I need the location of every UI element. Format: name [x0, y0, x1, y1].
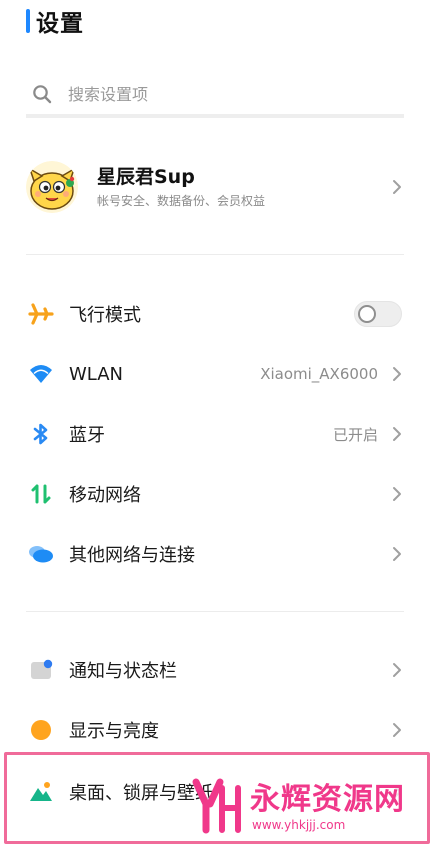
- settings-item-other-connections[interactable]: 其他网络与连接: [26, 527, 404, 581]
- airplane-icon: [28, 301, 54, 327]
- chevron-right-icon: [393, 487, 401, 501]
- airplane-mode-toggle[interactable]: [354, 301, 402, 327]
- chevron-right-icon: [393, 180, 401, 194]
- settings-item-wlan[interactable]: WLAN Xiaomi_AX6000: [26, 347, 404, 401]
- settings-item-mobile-network[interactable]: 移动网络: [26, 467, 404, 521]
- wifi-icon: [28, 361, 54, 387]
- search-bar[interactable]: [26, 74, 404, 118]
- account-row[interactable]: 星辰君Sup 帐号安全、数据备份、会员权益: [26, 156, 404, 218]
- account-subtitle: 帐号安全、数据备份、会员权益: [97, 194, 266, 208]
- mobile-data-icon: [28, 481, 54, 507]
- page-title: 设置: [36, 11, 84, 37]
- header: 设置: [26, 6, 84, 37]
- bluetooth-icon: [28, 421, 54, 447]
- bluetooth-status: 已开启: [332, 425, 378, 444]
- settings-item-label: WLAN: [69, 363, 124, 385]
- toggle-knob: [358, 305, 376, 323]
- settings-item-label: 蓝牙: [69, 425, 105, 446]
- wlan-network-name: Xiaomi_AX6000: [260, 365, 378, 383]
- brightness-icon: [28, 717, 54, 743]
- settings-item-label: 飞行模式: [69, 305, 141, 326]
- settings-item-label: 其他网络与连接: [69, 545, 195, 566]
- watermark: 永辉资源网 www.yhkjjj.com: [190, 772, 430, 840]
- settings-item-label: 移动网络: [69, 485, 141, 506]
- chevron-right-icon: [393, 723, 401, 737]
- settings-item-notifications[interactable]: 通知与状态栏: [26, 643, 404, 697]
- chevron-right-icon: [393, 663, 401, 677]
- settings-item-airplane-mode[interactable]: 飞行模式: [26, 287, 404, 341]
- settings-item-label: 显示与亮度: [69, 721, 159, 742]
- notification-icon: [28, 657, 54, 683]
- settings-item-display-brightness[interactable]: 显示与亮度: [26, 703, 404, 757]
- chevron-right-icon: [393, 427, 401, 441]
- account-name: 星辰君Sup: [97, 166, 195, 188]
- watermark-logo-icon: [192, 778, 241, 834]
- settings-item-label: 通知与状态栏: [69, 661, 177, 682]
- chevron-right-icon: [393, 367, 401, 381]
- divider: [26, 254, 404, 255]
- divider: [26, 611, 404, 612]
- title-accent-bar: [26, 9, 30, 33]
- chevron-right-icon: [393, 547, 401, 561]
- connection-icon: [28, 541, 54, 567]
- avatar[interactable]: [26, 161, 78, 213]
- watermark-name: 永辉资源网: [250, 774, 405, 818]
- settings-item-bluetooth[interactable]: 蓝牙 已开启: [26, 407, 404, 461]
- search-input[interactable]: [66, 83, 370, 105]
- search-icon: [33, 85, 52, 104]
- watermark-url: www.yhkjjj.com: [252, 818, 346, 832]
